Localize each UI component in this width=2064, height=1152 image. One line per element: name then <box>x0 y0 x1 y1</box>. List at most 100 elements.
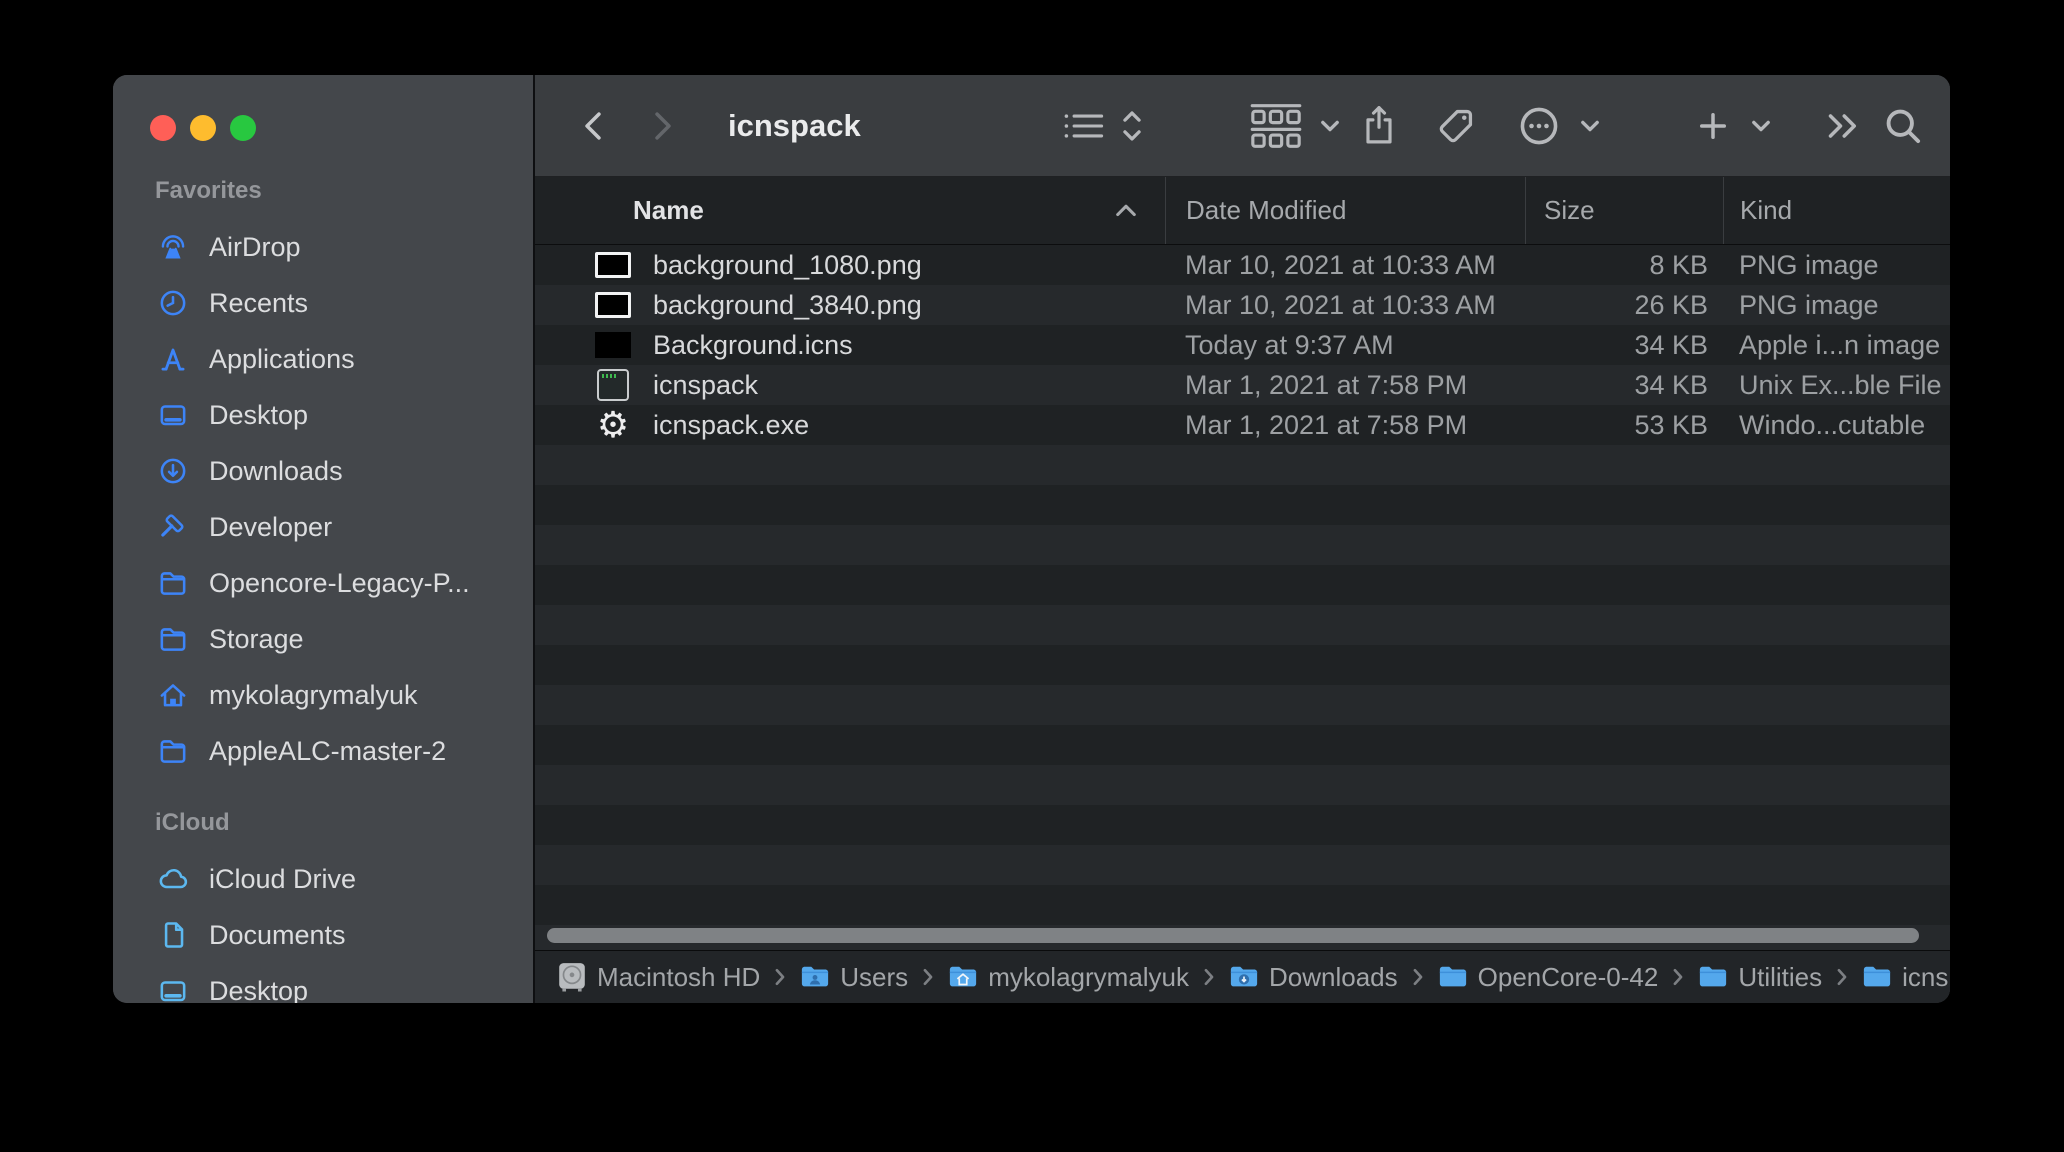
more-actions-button[interactable] <box>1507 75 1611 177</box>
file-row[interactable]: background_3840.png Mar 10, 2021 at 10:3… <box>535 285 1950 325</box>
zoom-button[interactable] <box>230 115 256 141</box>
finder-window: Favorites AirDrop Recents <box>113 75 1950 1003</box>
column-label: Date Modified <box>1186 195 1346 226</box>
path-separator-icon <box>1670 966 1686 988</box>
chevron-right-icon <box>648 107 678 145</box>
sidebar-item-desktop[interactable]: Desktop <box>143 387 499 443</box>
path-item-opencore[interactable]: OpenCore-0-42 <box>1438 962 1659 993</box>
minimize-button[interactable] <box>190 115 216 141</box>
folder-icon <box>155 733 191 769</box>
column-header-size[interactable]: Size <box>1525 177 1723 244</box>
path-item-home[interactable]: mykolagrymalyuk <box>948 962 1189 993</box>
sidebar-item-label: iCloud Drive <box>209 864 356 895</box>
sidebar-item-icloud-drive[interactable]: iCloud Drive <box>143 851 499 907</box>
sidebar-item-downloads[interactable]: Downloads <box>143 443 499 499</box>
icns-image-thumbnail <box>593 329 633 361</box>
file-row[interactable]: icnspack Mar 1, 2021 at 7:58 PM 34 KB Un… <box>535 365 1950 405</box>
path-item-label: Downloads <box>1269 962 1398 993</box>
sidebar-item-developer[interactable]: Developer <box>143 499 499 555</box>
file-date: Mar 1, 2021 at 7:58 PM <box>1165 370 1525 401</box>
file-name: icnspack.exe <box>653 410 809 441</box>
group-grid-icon <box>1250 102 1302 150</box>
sort-chevrons-icon <box>1120 106 1144 146</box>
path-separator-icon <box>1834 966 1850 988</box>
path-item-users[interactable]: Users <box>800 962 908 993</box>
file-date: Mar 10, 2021 at 10:33 AM <box>1165 290 1525 321</box>
close-button[interactable] <box>150 115 176 141</box>
sidebar-item-label: Desktop <box>209 976 308 1004</box>
sidebar-item-label: Opencore-Legacy-P... <box>209 568 470 599</box>
sidebar-item-label: Downloads <box>209 456 343 487</box>
share-button[interactable] <box>1351 75 1407 177</box>
path-bar: Macintosh HD Users <box>535 950 1950 1003</box>
sidebar-item-storage[interactable]: Storage <box>143 611 499 667</box>
desktop-icon <box>155 973 191 1003</box>
column-header-kind[interactable]: Kind <box>1723 177 1950 244</box>
list-view-icon <box>1062 108 1106 144</box>
search-button[interactable] <box>1875 75 1931 177</box>
file-size: 8 KB <box>1525 250 1723 281</box>
path-item-downloads[interactable]: Downloads <box>1229 962 1398 993</box>
column-label: Name <box>633 195 704 226</box>
group-by-button[interactable] <box>1241 75 1351 177</box>
path-item-macintosh-hd[interactable]: Macintosh HD <box>557 961 760 993</box>
download-circle-icon <box>155 453 191 489</box>
sidebar-item-label: Developer <box>209 512 332 543</box>
airdrop-icon <box>155 229 191 265</box>
sidebar-item-opencore-legacy[interactable]: Opencore-Legacy-P... <box>143 555 499 611</box>
sidebar-item-airdrop[interactable]: AirDrop <box>143 219 499 275</box>
png-image-thumbnail <box>593 249 633 281</box>
hard-drive-icon <box>557 961 587 993</box>
column-header-date-modified[interactable]: Date Modified <box>1165 177 1525 244</box>
path-item-label: Users <box>840 962 908 993</box>
new-item-button[interactable] <box>1681 75 1785 177</box>
chevron-down-icon <box>1749 114 1773 138</box>
file-name: background_1080.png <box>653 250 922 281</box>
sidebar-item-label: AirDrop <box>209 232 301 263</box>
file-row[interactable]: background_1080.png Mar 10, 2021 at 10:3… <box>535 245 1950 285</box>
sidebar-item-label: Desktop <box>209 400 308 431</box>
sidebar-item-applealc[interactable]: AppleALC-master-2 <box>143 723 499 779</box>
back-button[interactable] <box>569 75 617 177</box>
sidebar-item-icloud-desktop[interactable]: Desktop <box>143 963 499 1003</box>
forward-button[interactable] <box>639 75 687 177</box>
sidebar-item-applications[interactable]: Applications <box>143 331 499 387</box>
clock-icon <box>155 285 191 321</box>
sidebar-item-recents[interactable]: Recents <box>143 275 499 331</box>
file-size: 34 KB <box>1525 330 1723 361</box>
desktop-background: Favorites AirDrop Recents <box>0 0 2064 1152</box>
folder-downloads-icon <box>1229 964 1259 990</box>
path-item-label: Utilities <box>1738 962 1822 993</box>
ellipsis-circle-icon <box>1516 103 1562 149</box>
tag-icon <box>1435 105 1477 147</box>
document-icon <box>155 917 191 953</box>
path-item-utilities[interactable]: Utilities <box>1698 962 1822 993</box>
double-chevron-icon <box>1821 106 1865 146</box>
column-header-row: Name Date Modified Size Kind <box>535 177 1950 245</box>
folder-icon <box>1438 964 1468 990</box>
file-kind: PNG image <box>1723 250 1950 281</box>
file-size: 26 KB <box>1525 290 1723 321</box>
toolbar-overflow-button[interactable] <box>1815 75 1871 177</box>
file-size: 34 KB <box>1525 370 1723 401</box>
path-item-icnspack[interactable]: icnspack <box>1862 962 1950 993</box>
sidebar-item-home[interactable]: mykolagrymalyuk <box>143 667 499 723</box>
file-row[interactable]: Background.icns Today at 9:37 AM 34 KB A… <box>535 325 1950 365</box>
tag-button[interactable] <box>1428 75 1484 177</box>
magnifier-icon <box>1881 104 1925 148</box>
horizontal-scrollbar[interactable] <box>547 928 1919 943</box>
hammer-icon <box>155 509 191 545</box>
path-item-label: mykolagrymalyuk <box>988 962 1189 993</box>
chevron-down-icon <box>1578 114 1602 138</box>
share-icon <box>1359 104 1399 148</box>
view-switcher-button[interactable] <box>1053 75 1153 177</box>
home-icon <box>155 677 191 713</box>
sidebar-item-documents[interactable]: Documents <box>143 907 499 963</box>
file-kind: PNG image <box>1723 290 1950 321</box>
column-header-name[interactable]: Name <box>535 177 1165 244</box>
file-kind: Windo...cutable <box>1723 410 1950 441</box>
path-item-label: OpenCore-0-42 <box>1478 962 1659 993</box>
folder-home-icon <box>948 964 978 990</box>
file-kind: Unix Ex...ble File <box>1723 370 1950 401</box>
file-row[interactable]: ⚙ icnspack.exe Mar 1, 2021 at 7:58 PM 53… <box>535 405 1950 445</box>
